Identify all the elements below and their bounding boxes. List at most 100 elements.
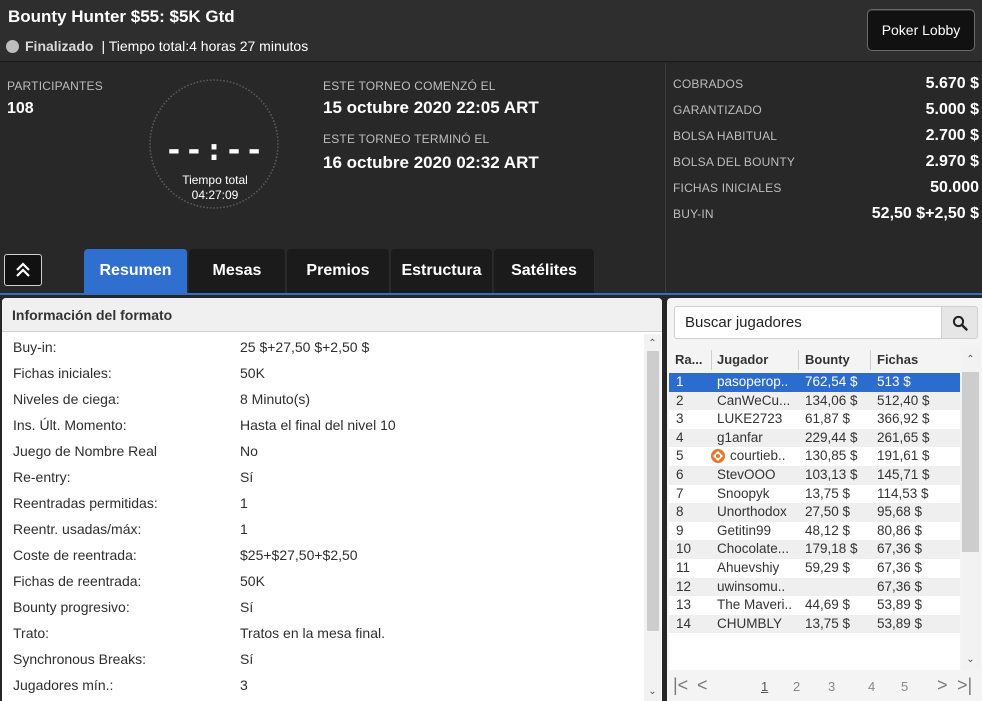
format-scrollbar-thumb[interactable] bbox=[647, 351, 659, 631]
player-bounty: 61,87 $ bbox=[805, 411, 851, 427]
pagination: |< < 1 2 3 4 5 > >| bbox=[667, 674, 982, 701]
player-name: StevOOO bbox=[717, 467, 776, 482]
players-scrollbar-thumb[interactable] bbox=[962, 372, 979, 552]
page-3[interactable]: 3 bbox=[828, 679, 835, 694]
player-row[interactable]: 12 uwinsomu.. 67,36 $ bbox=[669, 577, 960, 597]
player-row[interactable]: 11 Ahuevshiy 59,29 $ 67,36 $ bbox=[669, 559, 960, 578]
search-players-input[interactable] bbox=[674, 306, 942, 339]
started-value: 15 octubre 2020 22:05 ART bbox=[323, 98, 539, 117]
player-name: Snoopyk bbox=[717, 485, 770, 501]
format-value: 50K bbox=[240, 573, 265, 589]
format-row: Reentradas permitidas: 1 bbox=[2, 492, 642, 518]
player-chips: 145,71 $ bbox=[877, 467, 930, 482]
player-name: courtieb.. bbox=[730, 448, 786, 464]
player-row[interactable]: 1 pasoperop.. 762,54 $ 513 $ bbox=[669, 373, 960, 392]
player-row[interactable]: 2 CanWeCu... 134,06 $ 512,40 $ bbox=[669, 391, 960, 411]
player-row[interactable]: 14 CHUMBLY 13,75 $ 53,89 $ bbox=[669, 614, 960, 634]
player-chips: 512,40 $ bbox=[877, 392, 930, 408]
stat-label: BOLSA HABITUAL bbox=[673, 129, 778, 143]
tab-mesas[interactable]: Mesas bbox=[189, 249, 286, 293]
format-key: Synchronous Breaks: bbox=[13, 651, 147, 667]
total-time-text: | Tiempo total:4 horas 27 minutos bbox=[101, 38, 309, 54]
scroll-down-icon[interactable]: ⌄ bbox=[962, 652, 979, 666]
participants-value: 108 bbox=[7, 100, 34, 117]
player-row[interactable]: 6 StevOOO 103,13 $ 145,71 $ bbox=[669, 466, 960, 485]
column-bounty[interactable]: Bounty bbox=[805, 352, 850, 367]
player-name: The Maveri.. bbox=[717, 597, 793, 613]
page-1[interactable]: 1 bbox=[761, 679, 768, 694]
last-page-icon[interactable]: >| bbox=[957, 675, 972, 696]
format-key: Niveles de ciega: bbox=[13, 391, 120, 407]
player-row[interactable]: 4 g1anfar 229,44 $ 261,65 $ bbox=[669, 428, 960, 448]
format-key: Re-entry: bbox=[13, 469, 71, 485]
format-value: 1 bbox=[240, 521, 248, 537]
scroll-up-icon[interactable]: ⌃ bbox=[644, 336, 661, 350]
column-rank[interactable]: Ra... bbox=[675, 352, 702, 367]
stat-value: 52,50 $+2,50 $ bbox=[871, 205, 979, 222]
stat-label: GARANTIZADO bbox=[673, 103, 762, 117]
format-info-panel: Información del formato Buy-in: 25 $+27,5… bbox=[2, 298, 662, 701]
page-2[interactable]: 2 bbox=[793, 679, 800, 694]
player-row[interactable]: 7 Snoopyk 13,75 $ 114,53 $ bbox=[669, 485, 960, 504]
player-row[interactable]: 3 LUKE2723 61,87 $ 366,92 $ bbox=[669, 410, 960, 429]
player-row[interactable]: 13 The Maveri.. 44,69 $ 53,89 $ bbox=[669, 596, 960, 615]
format-key: Trato: bbox=[13, 625, 50, 641]
player-rank: 9 bbox=[676, 522, 684, 538]
format-value: No bbox=[240, 443, 258, 459]
ended-value: 16 octubre 2020 02:32 ART bbox=[323, 153, 539, 172]
player-name: Ahuevshiy bbox=[717, 560, 780, 575]
player-chips: 114,53 $ bbox=[877, 485, 929, 501]
prev-page-icon[interactable]: < bbox=[697, 675, 708, 696]
player-row[interactable]: 9 Getitin99 48,12 $ 80,86 $ bbox=[669, 522, 960, 541]
player-row[interactable]: 8 Unorthodox 27,50 $ 95,68 $ bbox=[669, 503, 960, 522]
poker-lobby-button[interactable]: Poker Lobby bbox=[867, 9, 975, 51]
tab-satelites[interactable]: Satélites bbox=[494, 249, 595, 293]
player-row[interactable]: 10 Chocolate... 179,18 $ 67,36 $ bbox=[669, 540, 960, 559]
stat-row: BOLSA DEL BOUNTY 2.970 $ bbox=[673, 151, 979, 173]
players-panel: Ra... Jugador Bounty Fichas 1 pasoperop..… bbox=[667, 298, 982, 701]
stat-label: COBRADOS bbox=[673, 77, 744, 91]
tab-resumen[interactable]: Resumen bbox=[84, 249, 188, 293]
player-rank: 5 bbox=[676, 448, 684, 464]
stat-label: BUY-IN bbox=[673, 207, 714, 221]
search-icon bbox=[952, 315, 968, 331]
first-page-icon[interactable]: |< bbox=[673, 675, 688, 696]
page-4[interactable]: 4 bbox=[868, 679, 875, 694]
format-row: Fichas iniciales: 50K bbox=[2, 362, 642, 388]
format-key: Jugadores mín.: bbox=[13, 677, 114, 693]
stat-label: FICHAS INICIALES bbox=[673, 181, 782, 195]
format-row: Jugadores mín.: 3 bbox=[2, 674, 642, 700]
player-bounty: 48,12 $ bbox=[805, 522, 851, 538]
stat-value: 50.000 bbox=[930, 179, 979, 196]
player-bounty: 179,18 $ bbox=[805, 541, 858, 557]
scroll-up-icon[interactable]: ⌃ bbox=[962, 352, 979, 366]
format-key: Fichas iniciales: bbox=[13, 365, 112, 381]
column-player[interactable]: Jugador bbox=[717, 352, 768, 367]
player-name: g1anfar bbox=[717, 429, 763, 445]
participants-label: PARTICIPANTES bbox=[7, 79, 103, 93]
tab-premios[interactable]: Premios bbox=[287, 249, 390, 293]
format-key: Buy-in: bbox=[13, 339, 57, 355]
scroll-down-icon[interactable]: ⌄ bbox=[644, 684, 661, 698]
format-row: Trato: Tratos en la mesa final. bbox=[2, 622, 642, 648]
column-divider bbox=[711, 350, 712, 370]
player-rank: 6 bbox=[676, 467, 684, 482]
player-chips: 67,36 $ bbox=[877, 578, 923, 594]
player-bounty: 27,50 $ bbox=[805, 504, 851, 520]
prize-stats-panel: COBRADOS 5.670 $ GARANTIZADO 5.000 $ BOL… bbox=[665, 63, 982, 295]
collapse-button[interactable] bbox=[4, 254, 42, 286]
player-chips: 80,86 $ bbox=[877, 522, 923, 538]
player-row[interactable]: 5 courtieb.. 130,85 $ 191,61 $ bbox=[669, 447, 960, 466]
tab-estructura[interactable]: Estructura bbox=[391, 249, 493, 293]
format-value: Sí bbox=[240, 651, 254, 667]
player-name: Unorthodox bbox=[717, 504, 787, 520]
column-divider bbox=[870, 350, 871, 370]
status-line: Finalizado | Tiempo total:4 horas 27 min… bbox=[6, 38, 308, 54]
page-5[interactable]: 5 bbox=[901, 679, 908, 694]
player-chips: 95,68 $ bbox=[877, 504, 923, 520]
column-chips[interactable]: Fichas bbox=[877, 352, 918, 367]
next-page-icon[interactable]: > bbox=[937, 675, 948, 696]
format-row: Fichas de reentrada: 50K bbox=[2, 570, 642, 596]
ended-label: ESTE TORNEO TERMINó EL bbox=[323, 132, 490, 146]
search-button[interactable] bbox=[941, 306, 978, 339]
